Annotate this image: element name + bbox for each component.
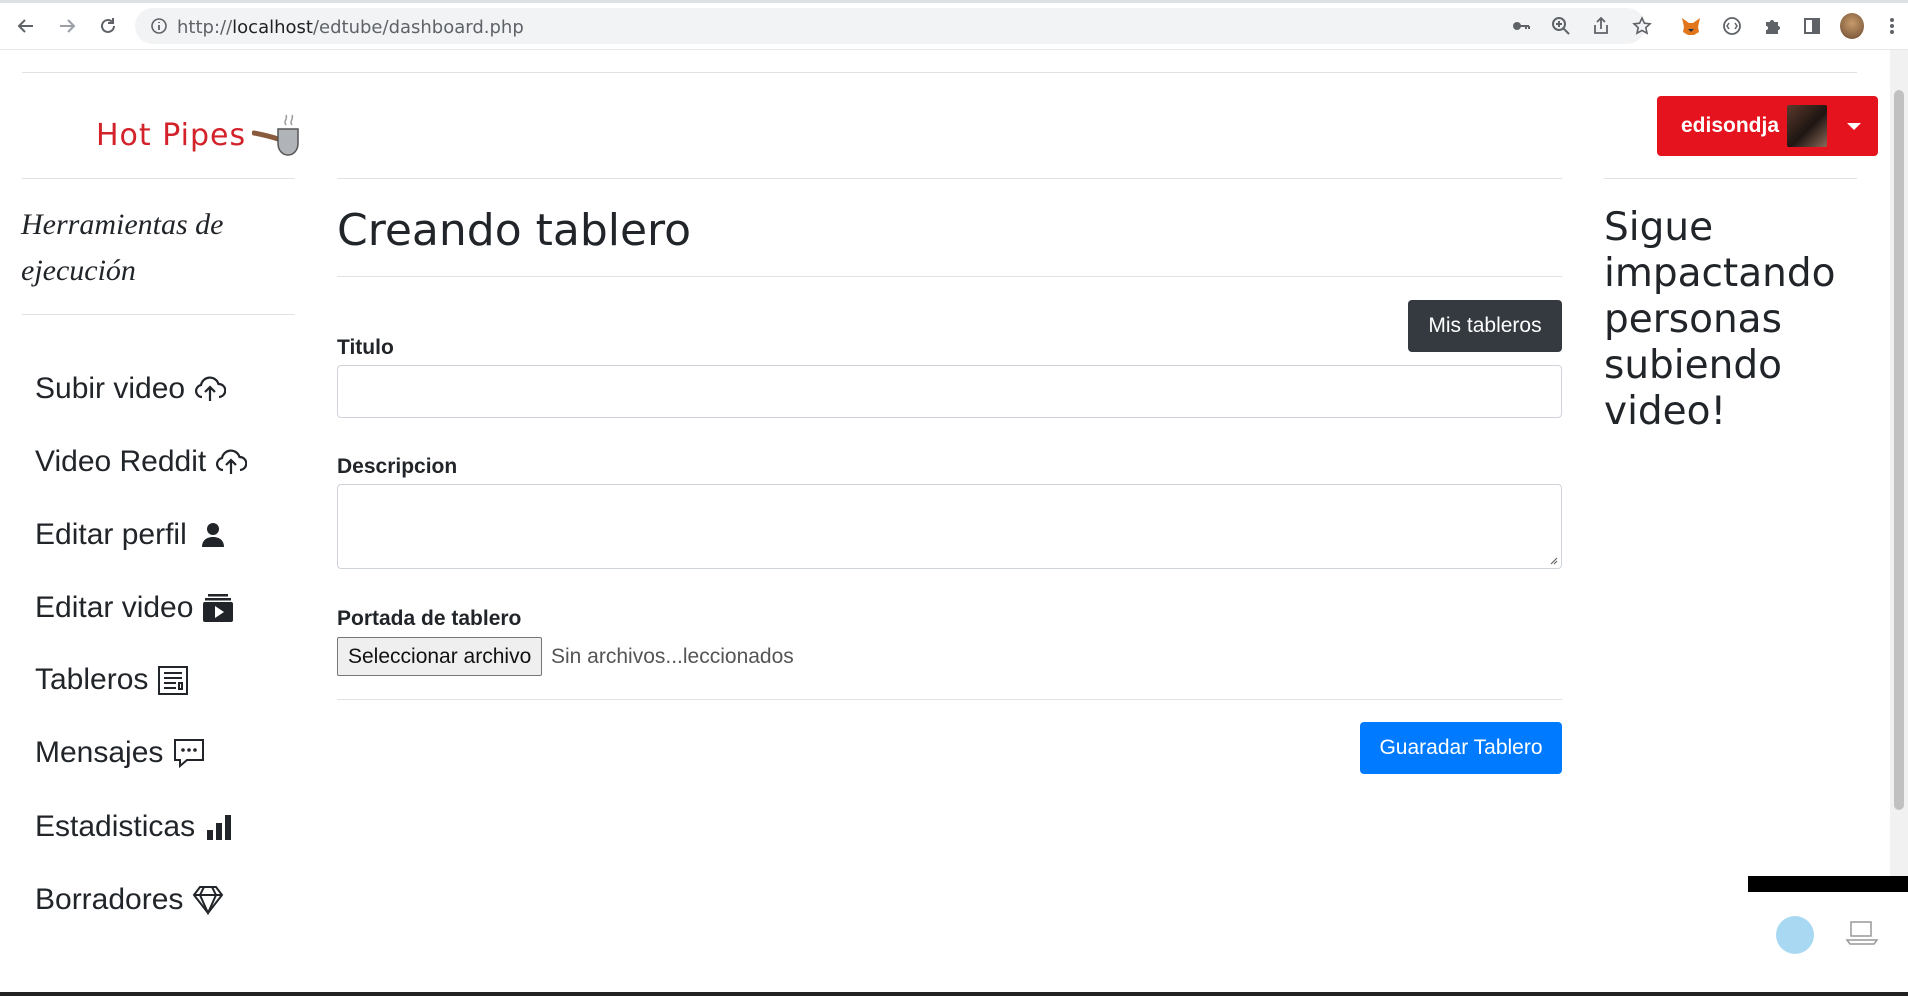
header-divider xyxy=(22,72,1857,73)
sidebar-item-label: Editar perfil xyxy=(35,518,187,551)
site-info-icon[interactable] xyxy=(147,14,171,38)
description-label: Descripcion xyxy=(337,455,458,478)
laptop-icon xyxy=(1845,921,1879,945)
record-icon[interactable] xyxy=(1776,916,1814,954)
caret-down-icon xyxy=(1847,122,1862,130)
description-textarea[interactable] xyxy=(337,484,1562,569)
reload-icon[interactable] xyxy=(96,14,120,38)
sidebar-item-label: Video Reddit xyxy=(35,445,207,478)
user-avatar xyxy=(1787,105,1828,147)
main-top-divider xyxy=(337,178,1562,179)
file-status: Sin archivos...leccionados xyxy=(551,645,794,668)
share-icon[interactable] xyxy=(1589,14,1613,38)
form-divider xyxy=(337,699,1562,700)
cover-label: Portada de tablero xyxy=(337,607,522,630)
side-panel-icon[interactable] xyxy=(1800,14,1824,38)
forward-icon[interactable] xyxy=(55,14,79,38)
logo-text: Hot Pipes xyxy=(96,117,247,153)
board-icon xyxy=(158,666,189,695)
widget-top-bar xyxy=(1748,876,1908,892)
user-name: edisondja xyxy=(1681,114,1780,137)
title-label: Titulo xyxy=(337,336,394,359)
sidebar-item-borradores[interactable]: Borradores xyxy=(35,883,224,917)
file-select-button[interactable]: Seleccionar archivo xyxy=(337,637,543,676)
url-path: /edtube/dashboard.php xyxy=(312,17,524,38)
scroll-thumb[interactable] xyxy=(1894,90,1904,810)
tab-strip xyxy=(0,0,1908,3)
puzzle-icon[interactable] xyxy=(1760,14,1784,38)
page-title: Creando tablero xyxy=(337,205,692,256)
sidebar-item-video-reddit[interactable]: Video Reddit xyxy=(35,445,248,479)
fox-extension-icon[interactable] xyxy=(1679,14,1703,38)
url-text: http://localhost/edtube/dashboard.php xyxy=(177,17,524,38)
sidebar-item-mensajes[interactable]: Mensajes xyxy=(35,736,206,770)
back-icon[interactable] xyxy=(14,14,38,38)
taskbar-strip xyxy=(0,992,1908,996)
sidebar-item-label: Editar video xyxy=(35,591,194,624)
sidebar-item-editar-video[interactable]: Editar video xyxy=(35,591,234,625)
resize-grip-icon[interactable] xyxy=(1548,555,1558,565)
title-input[interactable] xyxy=(337,365,1562,418)
sidebar-item-estadisticas[interactable]: Estadisticas xyxy=(35,810,234,844)
sidebar-item-editar-perfil[interactable]: Editar perfil xyxy=(35,518,227,552)
aside-message: Sigue impactando personas subiendo video… xyxy=(1604,205,1836,434)
url-prefix: http:// xyxy=(177,17,233,38)
aside-top-divider xyxy=(1604,178,1857,179)
my-boards-button[interactable]: Mis tableros xyxy=(1408,300,1562,352)
cloud-upload-icon xyxy=(216,449,248,474)
gem-icon xyxy=(193,886,224,915)
sidebar-title: Herramientas de ejecución xyxy=(21,208,224,287)
address-bar[interactable]: http://localhost/edtube/dashboard.php xyxy=(135,8,1645,44)
user-dropdown-button[interactable]: edisondja xyxy=(1657,96,1878,156)
url-host: localhost xyxy=(232,17,313,38)
page: Hot Pipes edisondja Herramientas de ejec… xyxy=(0,50,1890,992)
browser-toolbar: http://localhost/edtube/dashboard.php xyxy=(0,0,1908,50)
sidebar-item-label: Subir video xyxy=(35,372,186,405)
cloud-upload-icon xyxy=(195,376,227,401)
title-divider xyxy=(337,276,1562,277)
save-board-button[interactable]: Guaradar Tablero xyxy=(1360,722,1562,774)
browser-menu-icon[interactable] xyxy=(1880,14,1904,38)
pipe-icon xyxy=(252,114,299,156)
sidebar-item-tableros[interactable]: Tableros xyxy=(35,663,189,697)
sidebar-item-label: Tableros xyxy=(35,663,149,696)
video-collection-icon xyxy=(203,594,234,622)
recording-widget xyxy=(1748,876,1908,996)
bookmark-star-icon[interactable] xyxy=(1630,14,1654,38)
logo[interactable]: Hot Pipes xyxy=(96,105,326,165)
profile-avatar[interactable] xyxy=(1840,13,1864,39)
person-icon xyxy=(201,523,224,547)
page-scrollbar[interactable] xyxy=(1890,50,1908,992)
sidebar-item-subir-video[interactable]: Subir video xyxy=(35,372,227,406)
extension-circle-icon[interactable] xyxy=(1720,14,1744,38)
sidebar-title-divider xyxy=(22,314,295,315)
zoom-icon[interactable] xyxy=(1549,14,1573,38)
bar-chart-icon xyxy=(207,815,232,840)
key-icon[interactable] xyxy=(1509,14,1533,38)
sidebar-item-label: Mensajes xyxy=(35,736,164,769)
sidebar-item-label: Estadisticas xyxy=(35,810,196,843)
chat-icon xyxy=(174,739,205,769)
sidebar-top-divider xyxy=(22,178,295,179)
sidebar-item-label: Borradores xyxy=(35,883,184,916)
